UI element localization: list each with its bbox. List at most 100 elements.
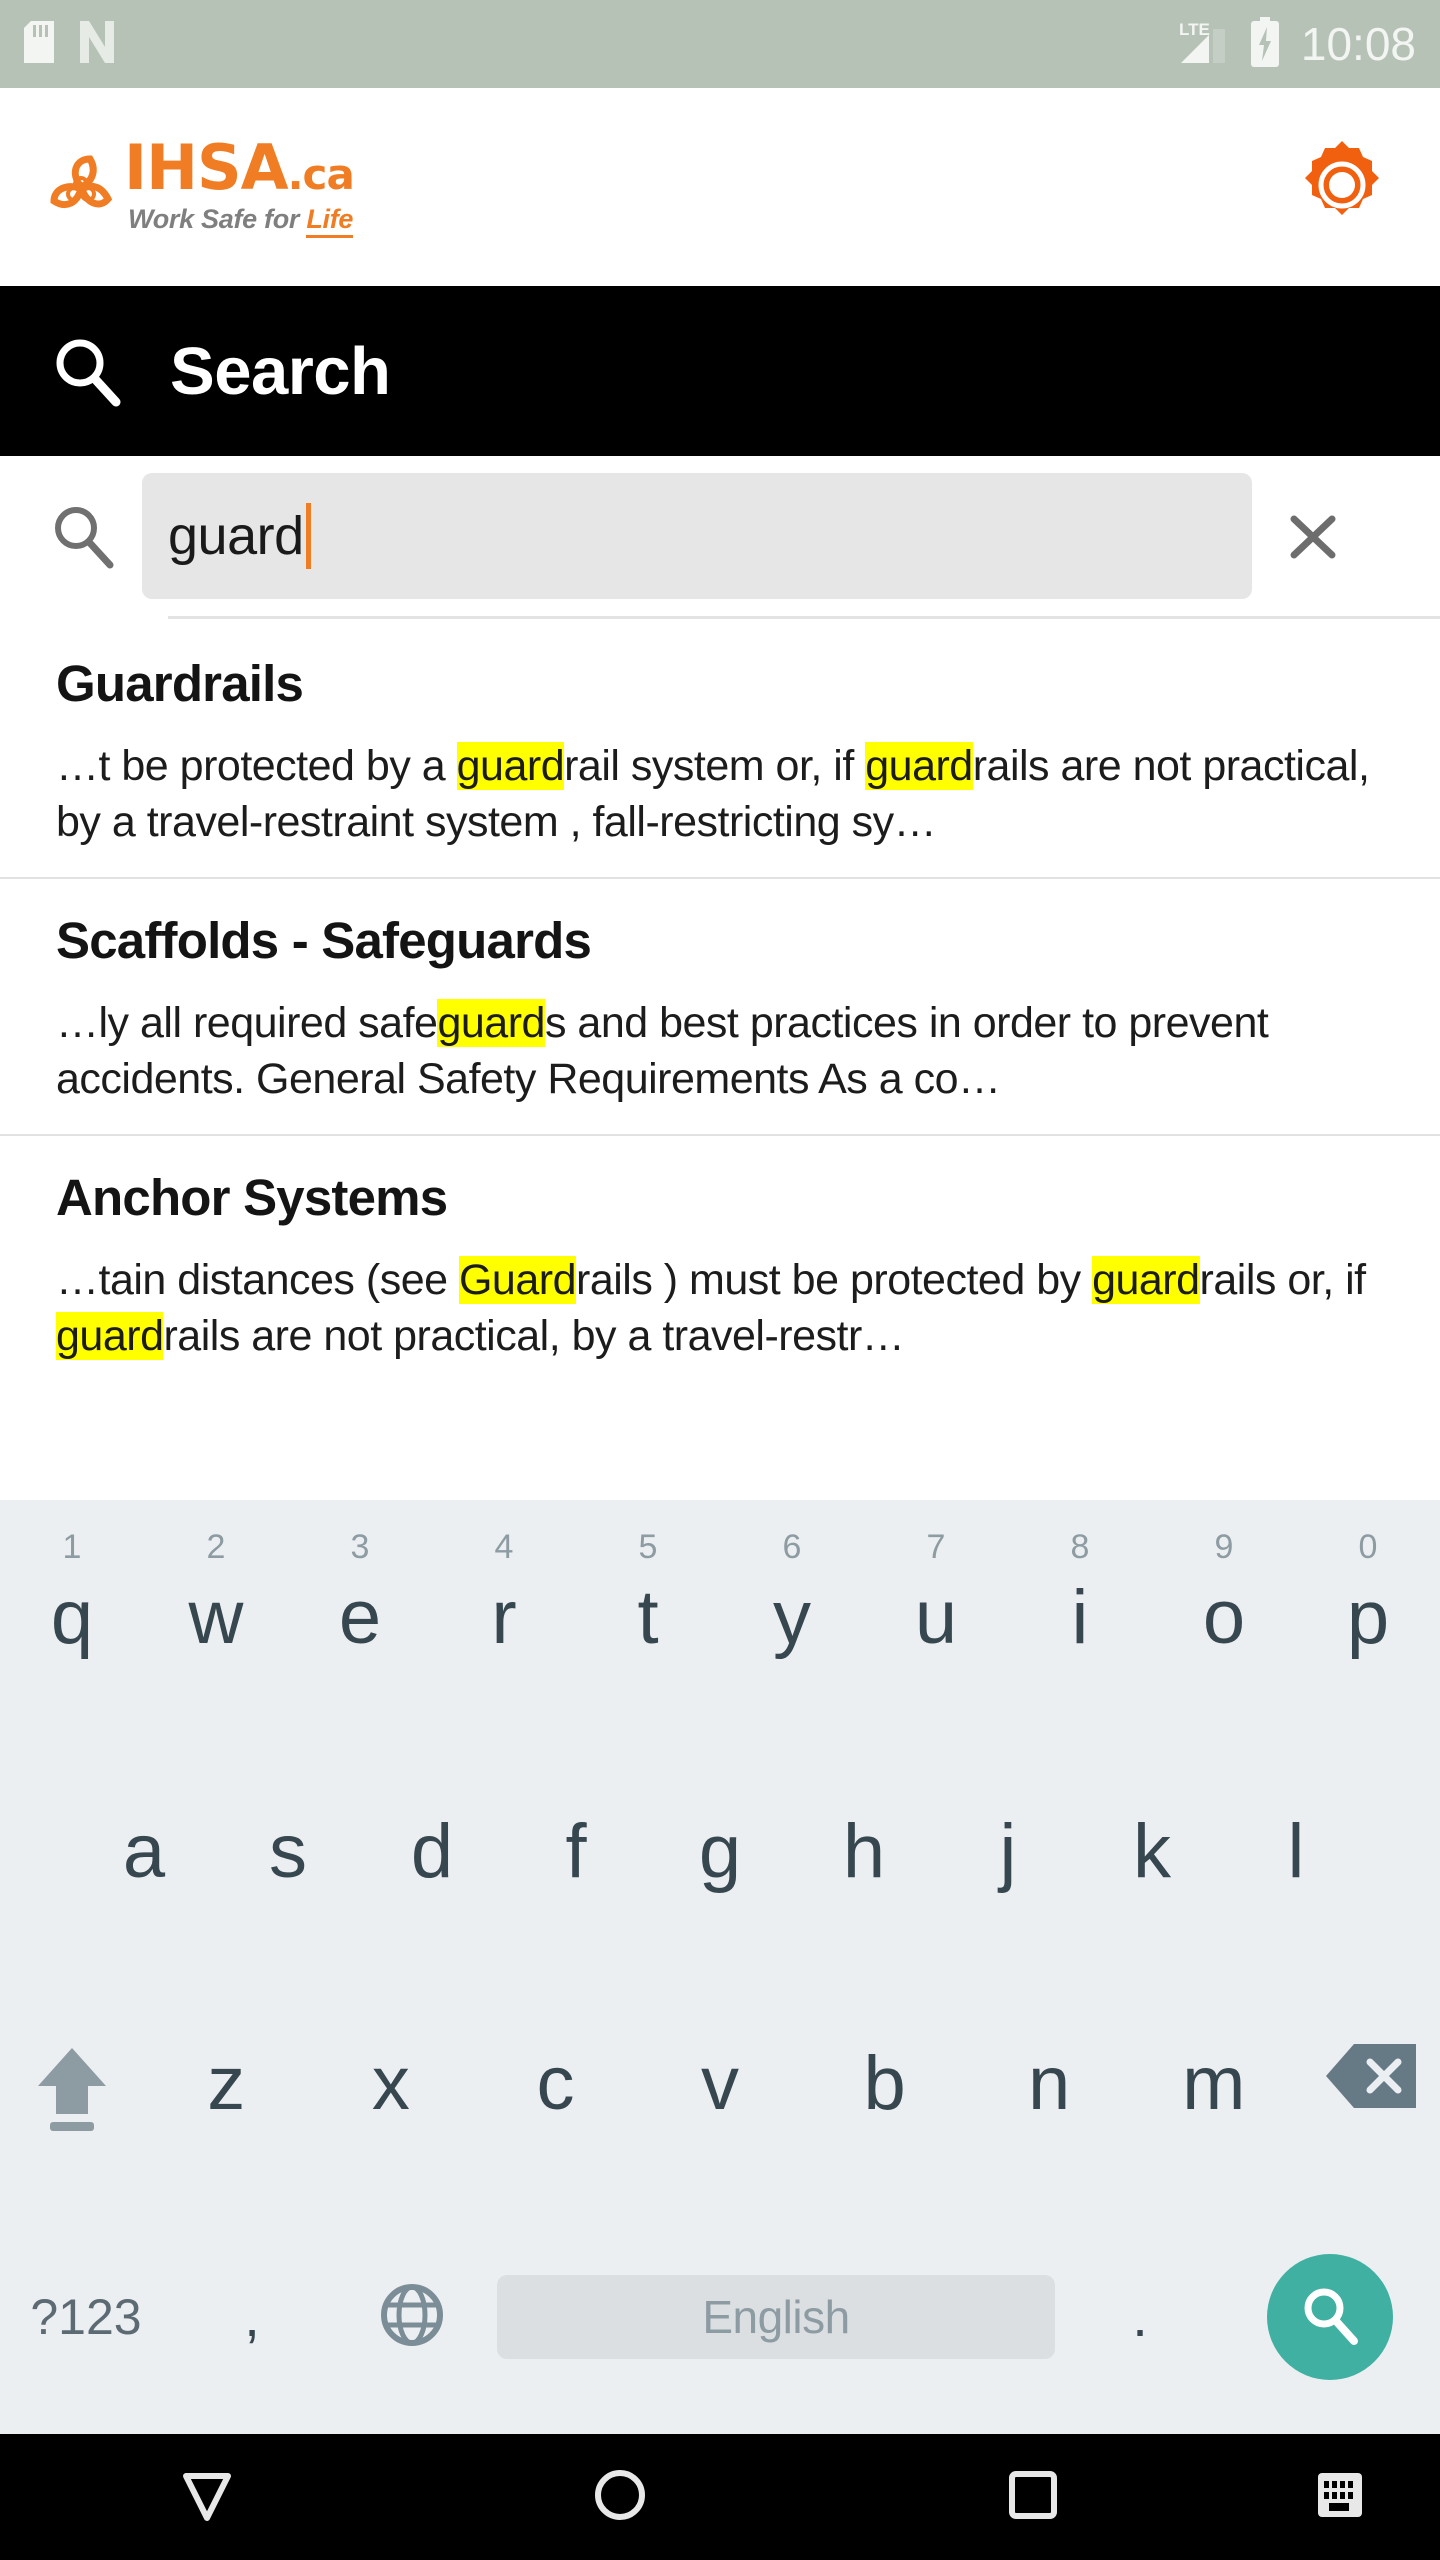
- key-label: c: [536, 2041, 575, 2126]
- language-globe-icon: [378, 2281, 446, 2354]
- key-n[interactable]: n: [967, 1968, 1132, 2200]
- key-z[interactable]: z: [144, 1968, 309, 2200]
- snippet-text: …t be protected by a: [56, 742, 457, 791]
- key-label: m: [1182, 2041, 1246, 2126]
- status-bar: LTE 10:08: [0, 0, 1440, 88]
- key-number-hint: 3: [350, 1528, 370, 1566]
- key-y[interactable]: 6y: [720, 1500, 864, 1736]
- key-label: t: [637, 1575, 659, 1660]
- key-number-hint: 4: [494, 1528, 514, 1566]
- key-label: l: [1287, 1809, 1305, 1894]
- key-j[interactable]: j: [936, 1736, 1080, 1968]
- key-label: k: [1133, 1809, 1171, 1894]
- key-o[interactable]: 9o: [1152, 1500, 1296, 1736]
- key-b[interactable]: b: [802, 1968, 967, 2200]
- backspace-icon: [1324, 2040, 1416, 2128]
- key-number-hint: 6: [782, 1528, 802, 1566]
- clear-search-button[interactable]: [1278, 501, 1348, 571]
- backspace-key[interactable]: [1296, 1968, 1440, 2200]
- key-label: n: [1028, 2041, 1071, 2126]
- ihsa-logo[interactable]: IHSA.ca Work Safe for Life: [0, 137, 355, 238]
- trillium-flower-icon: [44, 151, 118, 225]
- key-f[interactable]: f: [504, 1736, 648, 1968]
- key-label: h: [842, 1809, 886, 1894]
- search-title-bar: Search: [0, 286, 1440, 456]
- search-input[interactable]: guard: [142, 473, 1252, 599]
- search-bar: guard: [0, 456, 1440, 616]
- shift-key[interactable]: [0, 1968, 144, 2200]
- keyboard-switcher-button[interactable]: [1240, 2469, 1440, 2526]
- comma-key[interactable]: ,: [172, 2200, 332, 2434]
- key-c[interactable]: c: [473, 1968, 638, 2200]
- key-g[interactable]: g: [648, 1736, 792, 1968]
- settings-button[interactable]: [1294, 139, 1390, 235]
- sd-card-icon: [24, 20, 54, 68]
- key-p[interactable]: 0p: [1296, 1500, 1440, 1736]
- key-label: d: [410, 1809, 454, 1894]
- battery-charging-icon: [1249, 16, 1281, 72]
- key-h[interactable]: h: [792, 1736, 936, 1968]
- recents-button[interactable]: [827, 2468, 1240, 2527]
- key-label: z: [207, 2041, 246, 2126]
- snippet-text: rails are not practical, by a travel-res…: [163, 1311, 905, 1360]
- key-a[interactable]: a: [72, 1736, 216, 1968]
- status-bar-clock: 10:08: [1300, 18, 1416, 70]
- spacebar[interactable]: English: [497, 2275, 1055, 2359]
- key-s[interactable]: s: [216, 1736, 360, 1968]
- search-enter-key[interactable]: [1220, 2200, 1440, 2434]
- key-label: a: [122, 1809, 166, 1894]
- search-icon[interactable]: [48, 501, 118, 571]
- key-e[interactable]: 3e: [288, 1500, 432, 1736]
- keyboard-row-3: zxcvbn m: [0, 1968, 1440, 2200]
- key-m[interactable]: m: [1131, 1968, 1296, 2200]
- key-d[interactable]: d: [360, 1736, 504, 1968]
- search-enter-button[interactable]: [1267, 2254, 1393, 2380]
- on-screen-keyboard[interactable]: 1q2w3e4r5t6y7u8i9o0p asdfghjkl zxcvbnm ?…: [0, 1500, 1440, 2434]
- key-label: p: [1346, 1575, 1390, 1660]
- svg-text:LTE: LTE: [1179, 20, 1210, 39]
- snippet-highlight: guard: [56, 1311, 164, 1360]
- key-number-hint: 0: [1358, 1528, 1378, 1566]
- status-bar-right-icons: LTE 10:08: [1179, 16, 1416, 72]
- home-circle-icon: [591, 2466, 649, 2529]
- key-label: s: [269, 1809, 307, 1894]
- status-bar-left-icons: [24, 20, 114, 68]
- key-number-hint: 7: [926, 1528, 946, 1566]
- key-k[interactable]: k: [1080, 1736, 1224, 1968]
- key-q[interactable]: 1q: [0, 1500, 144, 1736]
- key-label: f: [565, 1809, 587, 1894]
- key-number-hint: 8: [1070, 1528, 1090, 1566]
- key-label: q: [50, 1575, 94, 1660]
- key-w[interactable]: 2w: [144, 1500, 288, 1736]
- home-button[interactable]: [413, 2466, 826, 2529]
- key-number-hint: 5: [638, 1528, 658, 1566]
- period-key[interactable]: .: [1060, 2200, 1220, 2434]
- key-r[interactable]: 4r: [432, 1500, 576, 1736]
- spacebar-key[interactable]: English: [492, 2200, 1060, 2434]
- language-key[interactable]: [332, 2200, 492, 2434]
- key-l[interactable]: l: [1224, 1736, 1368, 1968]
- search-result-item[interactable]: Anchor Systems …tain distances (see Guar…: [0, 1136, 1440, 1391]
- snippet-text: …ly all required safe: [56, 998, 438, 1047]
- search-result-item[interactable]: Guardrails …t be protected by a guardrai…: [0, 622, 1440, 879]
- key-v[interactable]: v: [638, 1968, 803, 2200]
- key-i[interactable]: 8i: [1008, 1500, 1152, 1736]
- keyboard-row-3-letters: zxcvbn m: [144, 1968, 1296, 2200]
- result-snippet: …tain distances (see Guardrails ) must b…: [56, 1253, 1388, 1365]
- snippet-highlight: guard: [456, 742, 565, 791]
- symbols-key[interactable]: ?123: [0, 2200, 172, 2434]
- key-number-hint: 2: [206, 1528, 226, 1566]
- back-button[interactable]: [0, 2466, 413, 2529]
- snippet-highlight: guard: [437, 998, 545, 1047]
- search-icon: [1296, 2281, 1364, 2354]
- search-result-item[interactable]: Scaffolds - Safeguards …ly all required …: [0, 879, 1440, 1136]
- key-t[interactable]: 5t: [576, 1500, 720, 1736]
- key-label: y: [773, 1575, 811, 1660]
- key-label: g: [698, 1809, 742, 1894]
- key-u[interactable]: 7u: [864, 1500, 1008, 1736]
- search-results-list[interactable]: Guardrails …t be protected by a guardrai…: [0, 622, 1440, 1522]
- key-number-hint: 9: [1214, 1528, 1234, 1566]
- result-title: Scaffolds - Safeguards: [56, 911, 592, 969]
- key-x[interactable]: x: [309, 1968, 474, 2200]
- snippet-text: rails or, if: [1199, 1255, 1367, 1304]
